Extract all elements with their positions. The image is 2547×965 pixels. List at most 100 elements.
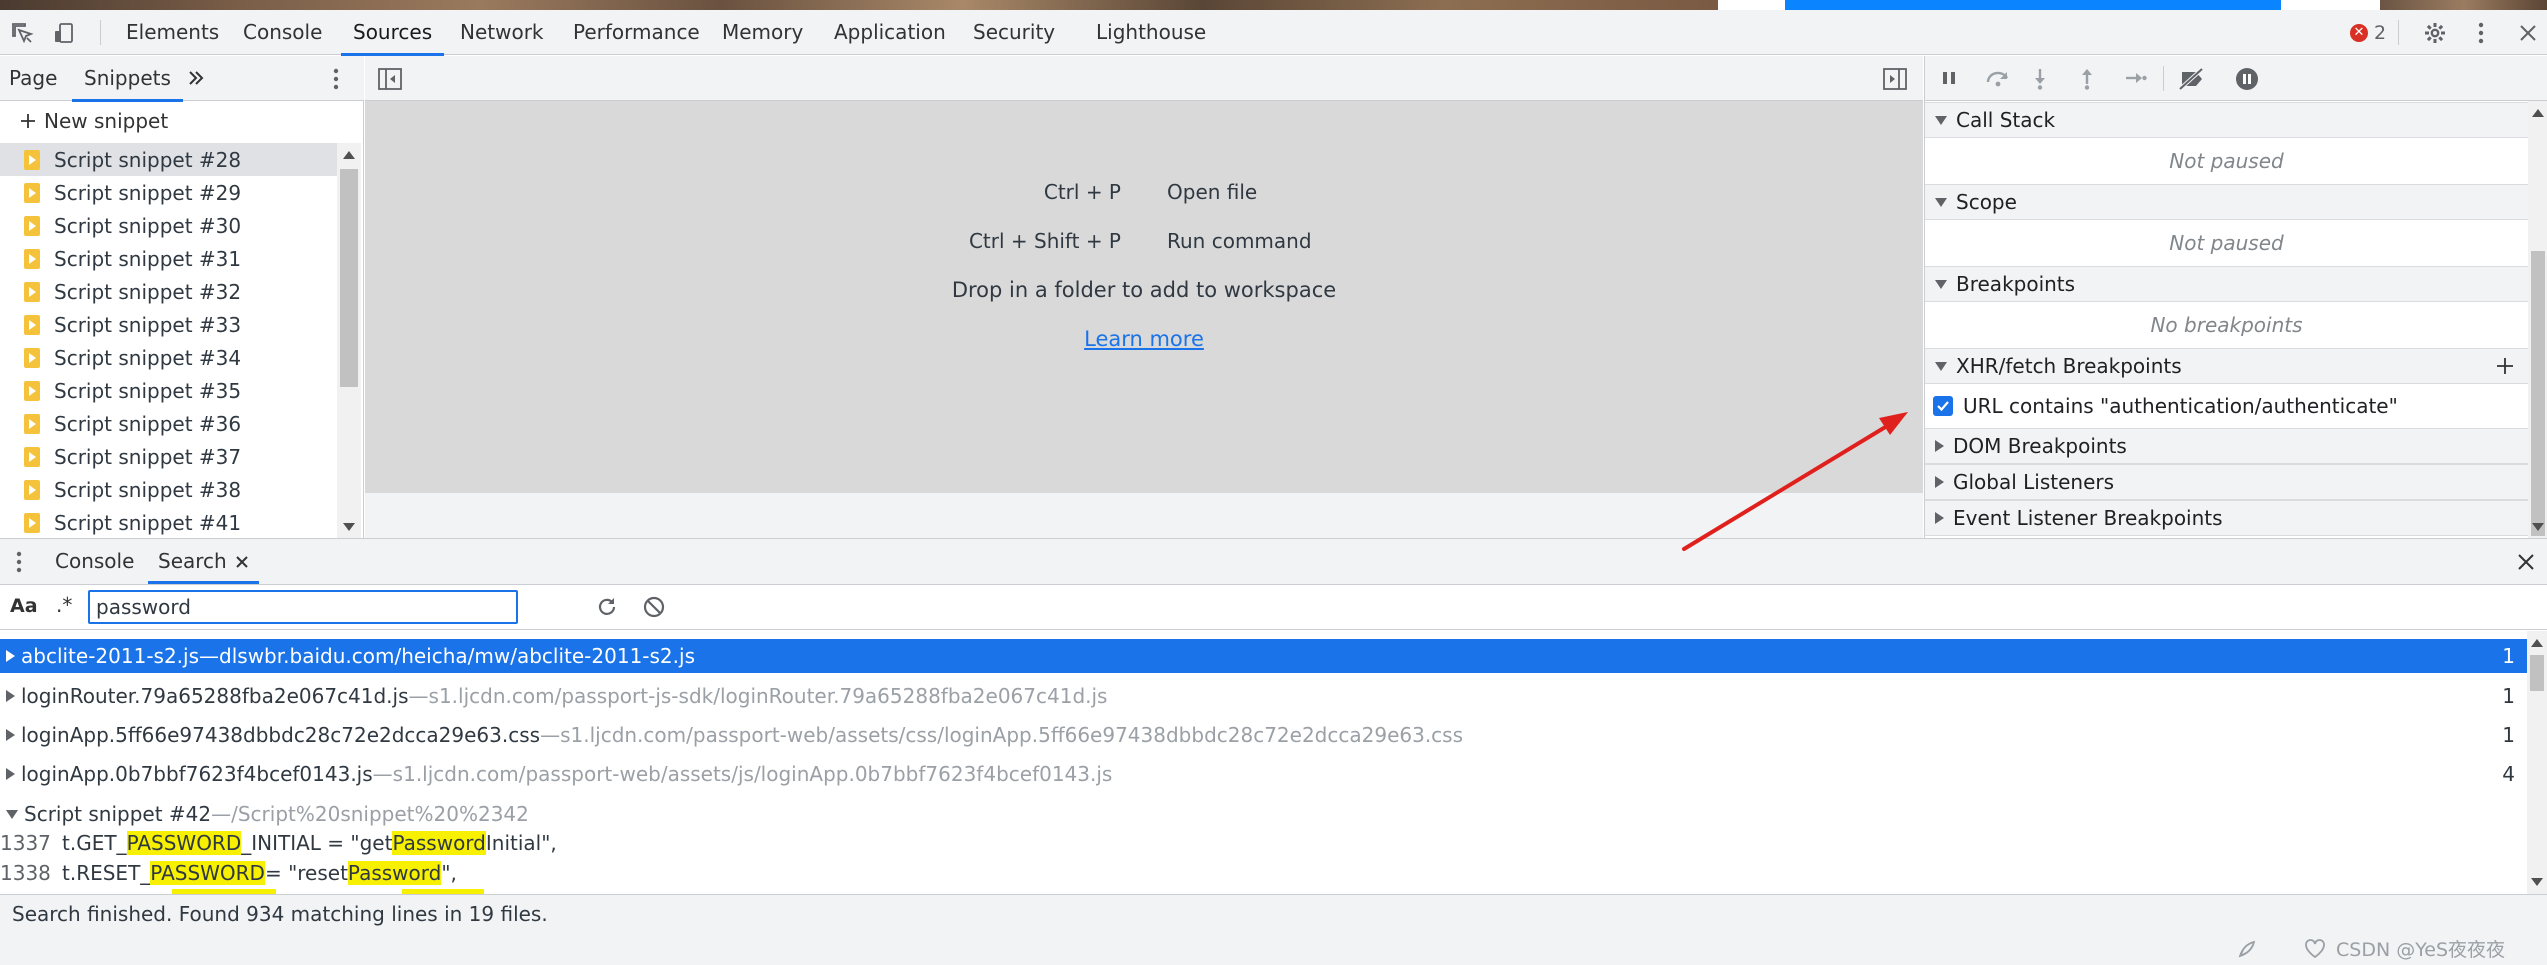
snippet-item[interactable]: Script snippet #33 xyxy=(0,308,337,341)
tab-application[interactable]: Application xyxy=(834,10,946,55)
scroll-down-arrow-icon[interactable] xyxy=(343,523,355,531)
snippet-item[interactable]: Script snippet #34 xyxy=(0,341,337,374)
drawer-menu-icon[interactable] xyxy=(16,551,22,573)
search-input[interactable] xyxy=(88,590,518,624)
tab-page[interactable]: Page xyxy=(9,56,57,101)
scroll-up-arrow-icon[interactable] xyxy=(2532,109,2544,117)
regex-toggle[interactable]: .* xyxy=(56,593,72,617)
chevron-double-right-icon[interactable] xyxy=(186,68,206,88)
more-options-icon[interactable] xyxy=(2461,10,2501,55)
toggle-navigator-icon[interactable] xyxy=(378,68,402,90)
learn-more-link[interactable]: Learn more xyxy=(1084,327,1204,351)
search-result-file[interactable]: loginApp.5ff66e97438dbbdc28c72e2dcca29e6… xyxy=(0,718,2527,752)
bottom-strip xyxy=(0,932,2547,965)
call-stack-empty: Not paused xyxy=(2169,149,2284,173)
step-icon[interactable] xyxy=(2125,71,2147,85)
editor-footer xyxy=(365,493,1923,538)
search-result-file[interactable]: loginApp.0b7bbf7623f4bcef0143.js — s1.lj… xyxy=(0,757,2527,791)
step-into-icon[interactable] xyxy=(2033,68,2047,90)
search-result-file[interactable]: loginRouter.79a65288fba2e067c41d.js — s1… xyxy=(0,679,2527,713)
tab-security[interactable]: Security xyxy=(973,10,1055,55)
step-out-icon[interactable] xyxy=(2080,68,2094,90)
navigator-menu-icon[interactable] xyxy=(333,68,339,90)
snippet-item[interactable]: Script snippet #28 xyxy=(0,143,337,176)
tab-console[interactable]: Console xyxy=(243,10,322,55)
scroll-down-arrow-icon[interactable] xyxy=(2532,523,2544,531)
expand-arrow-icon xyxy=(1935,279,1947,289)
snippet-item[interactable]: Script snippet #31 xyxy=(0,242,337,275)
search-result-file[interactable]: Script snippet #42 — /Script%20snippet%2… xyxy=(0,797,2527,831)
snippet-item[interactable]: Script snippet #30 xyxy=(0,209,337,242)
xhr-breakpoint-item[interactable]: URL contains "authentication/authenticat… xyxy=(1925,384,2528,428)
refresh-icon[interactable] xyxy=(596,596,618,618)
tab-sources[interactable]: Sources xyxy=(340,10,445,56)
debugger-scrollbar[interactable] xyxy=(2528,101,2547,538)
gear-icon[interactable] xyxy=(2415,10,2455,55)
toggle-debugger-icon[interactable] xyxy=(1883,68,1907,90)
error-count-badge[interactable]: ✕ 2 xyxy=(2350,10,2386,55)
breakpoints-header[interactable]: Breakpoints xyxy=(1925,266,2528,302)
result-file-sep: — xyxy=(540,723,561,747)
pause-icon[interactable] xyxy=(1941,70,1957,86)
search-result-file[interactable]: abclite-2011-s2.js — dlswbr.baidu.com/he… xyxy=(0,639,2527,673)
deactivate-breakpoints-icon[interactable] xyxy=(2178,68,2206,90)
search-result-line[interactable]: 1337 t.GET_ PASSWORD _INITIAL = "get Passwo… xyxy=(0,828,2527,858)
snippet-item[interactable]: Script snippet #35 xyxy=(0,374,337,407)
close-devtools-icon[interactable] xyxy=(2508,10,2547,55)
scrollbar-thumb[interactable] xyxy=(340,169,358,387)
results-scrollbar[interactable] xyxy=(2527,631,2547,894)
snippet-item[interactable]: Script snippet #41 xyxy=(0,506,337,538)
result-file-name: abclite-2011-s2.js xyxy=(21,644,200,668)
tab-lighthouse[interactable]: Lighthouse xyxy=(1096,10,1206,55)
call-stack-header[interactable]: Call Stack xyxy=(1925,102,2528,138)
inspect-element-icon[interactable] xyxy=(2,10,42,55)
new-snippet-button[interactable]: New snippet xyxy=(0,101,363,141)
tab-network[interactable]: Network xyxy=(460,10,544,55)
snippet-file-icon xyxy=(24,479,40,500)
drawer-tab-console[interactable]: Console xyxy=(55,539,134,584)
event-listener-breakpoints-header[interactable]: Event Listener Breakpoints xyxy=(1925,500,2528,536)
snippet-item[interactable]: Script snippet #36 xyxy=(0,407,337,440)
snippet-file-icon xyxy=(24,512,40,533)
scope-header[interactable]: Scope xyxy=(1925,184,2528,220)
snippet-label: Script snippet #34 xyxy=(54,345,242,370)
global-listeners-header[interactable]: Global Listeners xyxy=(1925,464,2528,500)
match-highlight: Password xyxy=(347,861,442,885)
result-file-path: s1.ljcdn.com/passport-web/assets/js/logi… xyxy=(392,762,1113,786)
error-icon: ✕ xyxy=(2350,23,2368,42)
tab-snippets[interactable]: Snippets xyxy=(72,56,183,102)
debugger-sidebar: Call Stack Not paused Scope Not paused B… xyxy=(1924,56,2547,538)
match-case-toggle[interactable]: Aa xyxy=(10,595,38,617)
snippet-item[interactable]: Script snippet #32 xyxy=(0,275,337,308)
snippet-item[interactable]: Script snippet #38 xyxy=(0,473,337,506)
step-over-icon[interactable] xyxy=(1985,69,2011,87)
scroll-down-arrow-icon[interactable] xyxy=(2531,878,2543,886)
xhr-breakpoint-checkbox[interactable] xyxy=(1933,396,1953,416)
tab-memory[interactable]: Memory xyxy=(722,10,803,55)
scrollbar-thumb[interactable] xyxy=(2530,655,2544,691)
scroll-up-arrow-icon[interactable] xyxy=(2531,639,2543,647)
dom-breakpoints-header[interactable]: DOM Breakpoints xyxy=(1925,428,2528,464)
device-toolbar-icon[interactable] xyxy=(44,10,84,55)
expand-arrow-icon xyxy=(1935,361,1947,371)
result-file-name: Script snippet #42 xyxy=(24,802,212,826)
expand-arrow-icon xyxy=(6,809,18,819)
tab-performance[interactable]: Performance xyxy=(573,10,700,55)
xhr-breakpoints-header[interactable]: XHR/fetch Breakpoints xyxy=(1925,348,2528,384)
pause-on-exceptions-icon[interactable] xyxy=(2235,67,2259,91)
add-xhr-breakpoint-icon[interactable] xyxy=(2496,357,2514,375)
close-drawer-icon[interactable] xyxy=(2517,553,2535,571)
scroll-up-arrow-icon[interactable] xyxy=(343,151,355,159)
snippet-item[interactable]: Script snippet #37 xyxy=(0,440,337,473)
line-number: 1337 xyxy=(0,831,51,855)
tab-elements[interactable]: Elements xyxy=(126,10,219,55)
scrollbar-thumb[interactable] xyxy=(2531,251,2545,536)
snippet-list-scrollbar[interactable] xyxy=(337,143,361,538)
snippet-file-icon xyxy=(24,281,40,302)
clear-icon[interactable] xyxy=(643,596,665,618)
drawer-tab-search[interactable]: Search xyxy=(148,539,259,584)
snippet-item[interactable]: Script snippet #29 xyxy=(0,176,337,209)
line-text-part: = "reset xyxy=(264,861,348,885)
close-tab-icon[interactable] xyxy=(235,555,249,569)
search-result-line[interactable]: 1338 t.RESET_ PASSWORD = "reset Password ", xyxy=(0,858,2527,888)
